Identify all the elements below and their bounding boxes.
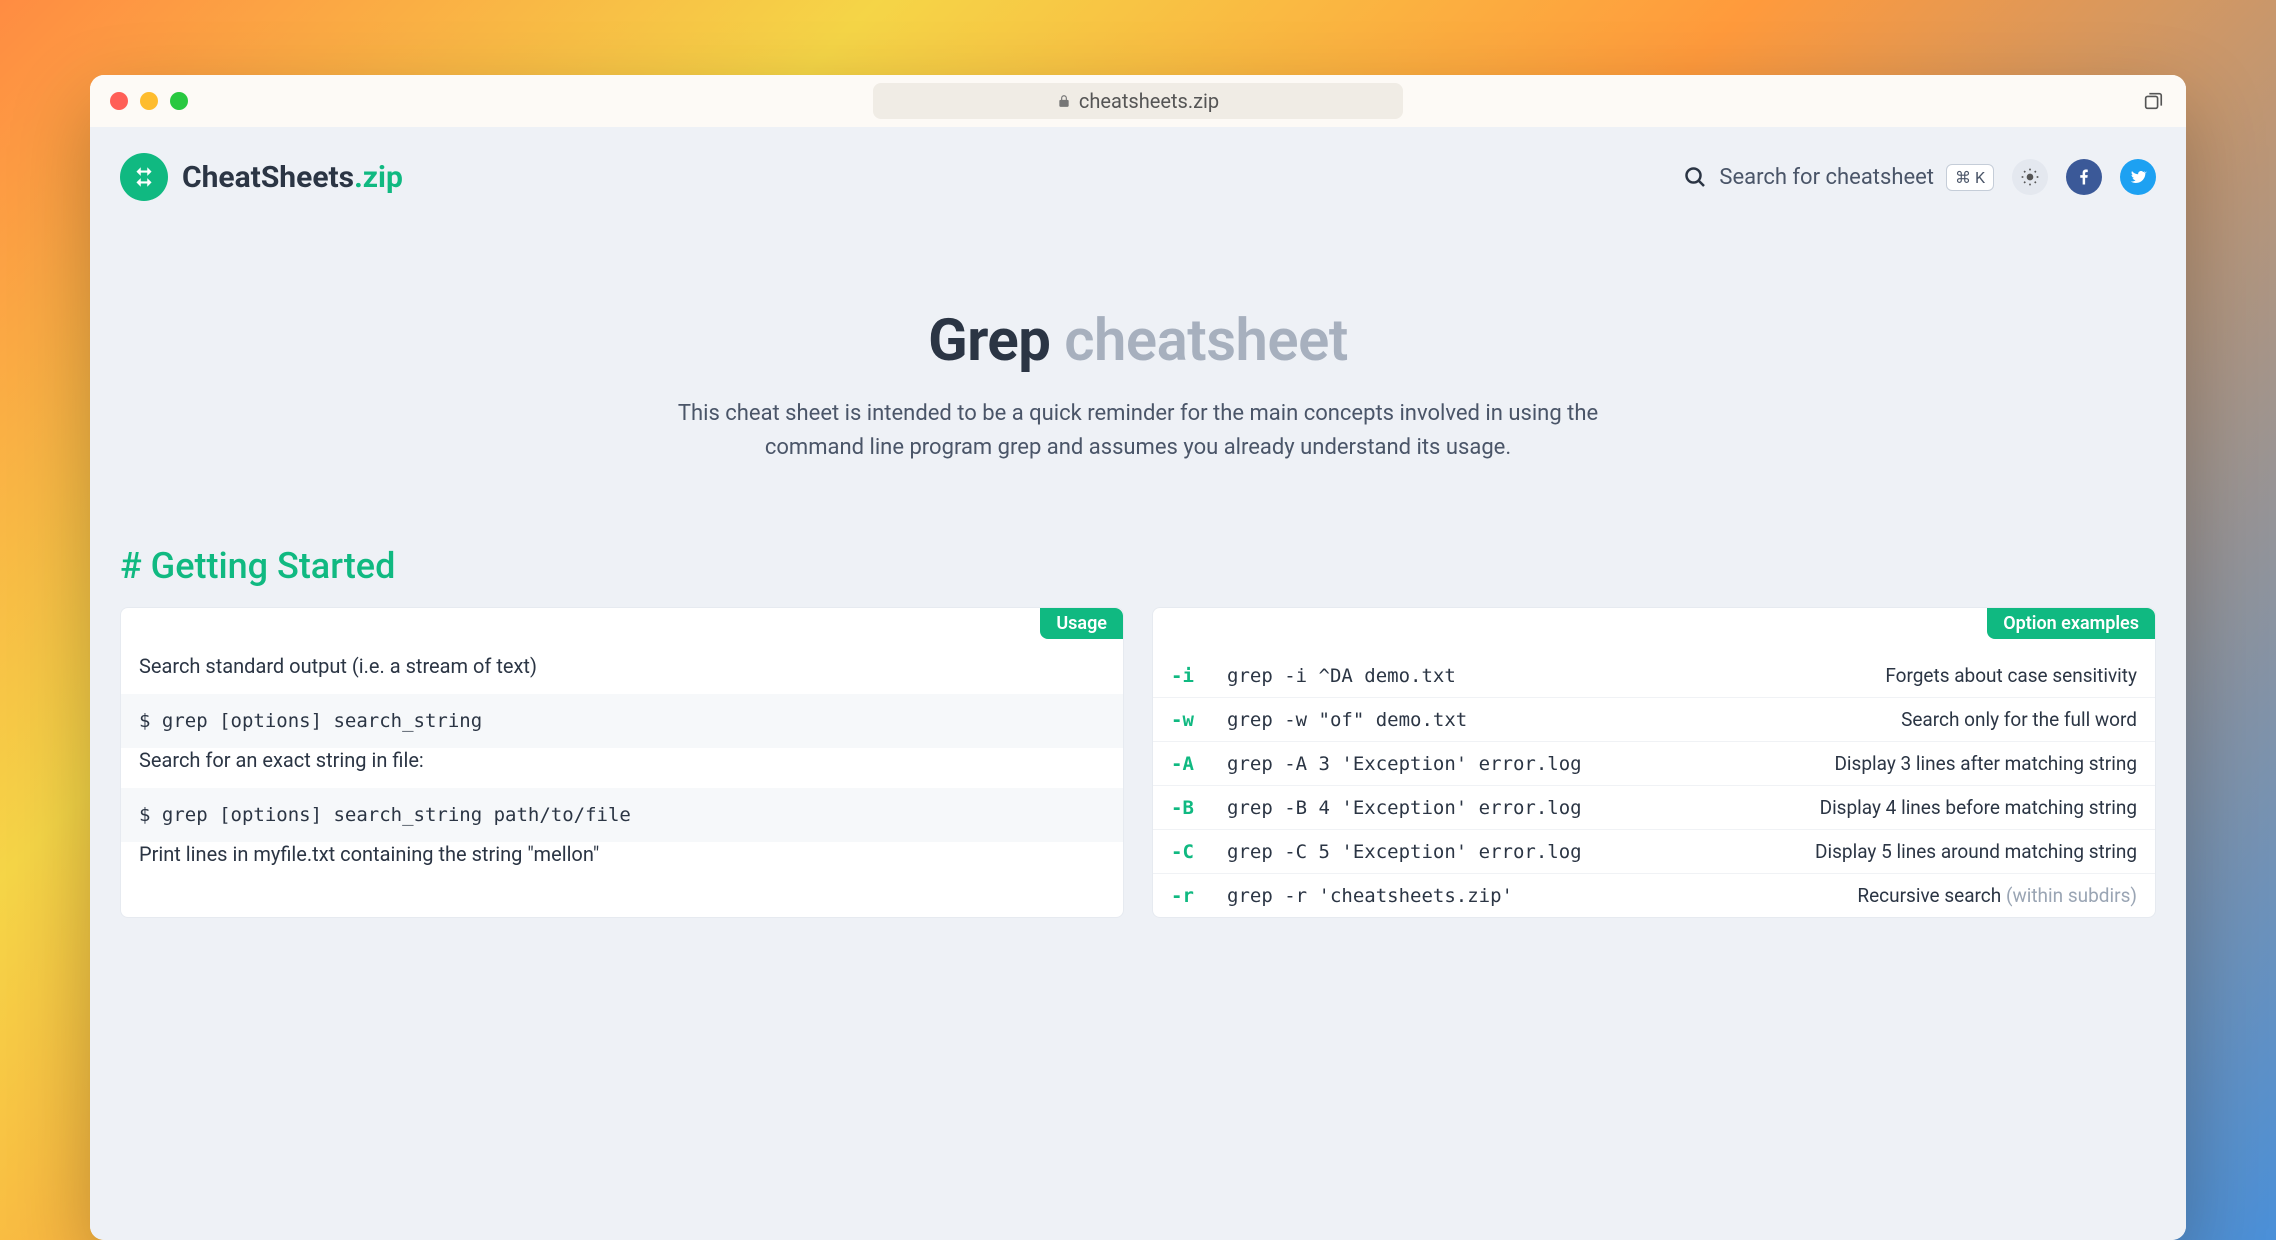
option-description: Search only for the full word [1682,708,2137,731]
option-flag: -i [1171,665,1227,687]
logo-main: CheatSheets [182,160,354,195]
browser-chrome: cheatsheets.zip [90,75,2186,127]
title-main: Grep [928,307,1050,375]
facebook-icon [2075,168,2093,186]
tabs-icon[interactable] [2142,90,2164,112]
option-flag: -w [1171,709,1227,731]
option-flag: -C [1171,841,1227,863]
lock-icon [1057,94,1071,108]
section-hash: # [120,545,142,587]
browser-window: cheatsheets.zip CheatSheets.zip Search f… [90,75,2186,1240]
close-window-button[interactable] [110,92,128,110]
url-text: cheatsheets.zip [1079,89,1219,113]
code-block: $ grep [options] search_string [121,694,1123,748]
option-description: Recursive search (within subdirs) [1682,884,2137,907]
traffic-lights [110,92,188,110]
usage-description: Print lines in myfile.txt containing the… [121,842,1123,882]
logo-text: CheatSheets.zip [182,160,403,195]
logo-suffix: .zip [354,160,403,195]
twitter-icon [2129,168,2147,186]
option-flag: -A [1171,753,1227,775]
options-card: Option examples -igrep -i ^DA demo.txtFo… [1152,607,2156,918]
page-content: CheatSheets.zip Search for cheatsheet ⌘ … [90,127,2186,1240]
theme-toggle-button[interactable] [2012,159,2048,195]
option-command: grep -w "of" demo.txt [1227,709,1682,731]
usage-badge: Usage [1040,608,1123,639]
option-command: grep -B 4 'Exception' error.log [1227,797,1682,819]
section-title[interactable]: # Getting Started [90,515,2186,607]
title-muted: cheatsheet [1064,307,1348,375]
facebook-link[interactable] [2066,159,2102,195]
page-title: Grep cheatsheet [120,307,2156,375]
sun-icon [2020,167,2040,187]
option-row: -Cgrep -C 5 'Exception' error.logDisplay… [1153,830,2155,874]
option-description: Display 5 lines around matching string [1682,840,2137,863]
option-row: -Agrep -A 3 'Exception' error.logDisplay… [1153,742,2155,786]
code-block: $ grep [options] search_string path/to/f… [121,788,1123,842]
section-title-text: Getting Started [151,545,396,587]
usage-description: Search standard output (i.e. a stream of… [121,654,1123,694]
option-flag: -r [1171,885,1227,907]
search-trigger[interactable]: Search for cheatsheet ⌘ K [1683,164,1994,191]
option-description: Forgets about case sensitivity [1682,664,2137,687]
option-row: -rgrep -r 'cheatsheets.zip'Recursive sea… [1153,874,2155,917]
url-bar[interactable]: cheatsheets.zip [873,83,1403,119]
search-icon [1683,165,1707,189]
options-badge: Option examples [1987,608,2155,639]
kbd-hint: ⌘ K [1946,164,1994,191]
option-command: grep -C 5 'Exception' error.log [1227,841,1682,863]
site-header: CheatSheets.zip Search for cheatsheet ⌘ … [90,127,2186,217]
option-row: -wgrep -w "of" demo.txtSearch only for t… [1153,698,2155,742]
option-command: grep -r 'cheatsheets.zip' [1227,885,1682,907]
option-description: Display 3 lines after matching string [1682,752,2137,775]
option-row: -igrep -i ^DA demo.txtForgets about case… [1153,654,2155,698]
option-description: Display 4 lines before matching string [1682,796,2137,819]
usage-card: Usage Search standard output (i.e. a str… [120,607,1124,918]
hero: Grep cheatsheet This cheat sheet is inte… [90,217,2186,515]
logo-badge [120,153,168,201]
minimize-window-button[interactable] [140,92,158,110]
search-placeholder: Search for cheatsheet [1719,165,1934,190]
option-command: grep -A 3 'Exception' error.log [1227,753,1682,775]
logo-icon [131,164,157,190]
option-row: -Bgrep -B 4 'Exception' error.logDisplay… [1153,786,2155,830]
header-right: Search for cheatsheet ⌘ K [1683,159,2156,195]
option-command: grep -i ^DA demo.txt [1227,665,1682,687]
twitter-link[interactable] [2120,159,2156,195]
option-flag: -B [1171,797,1227,819]
page-subtitle: This cheat sheet is intended to be a qui… [638,397,1638,465]
fullscreen-window-button[interactable] [170,92,188,110]
usage-description: Search for an exact string in file: [121,748,1123,788]
logo[interactable]: CheatSheets.zip [120,153,403,201]
cards-row: Usage Search standard output (i.e. a str… [90,607,2186,918]
